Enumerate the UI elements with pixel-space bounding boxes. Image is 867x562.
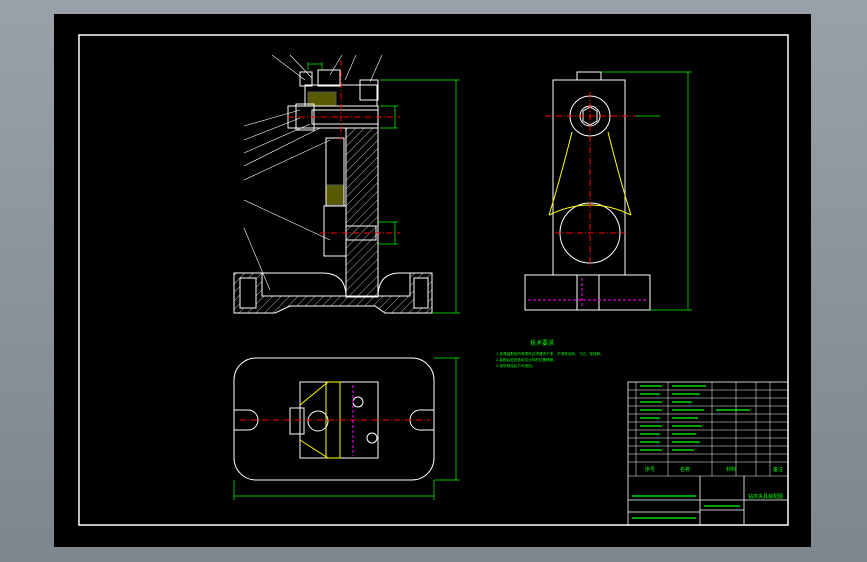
- note-line-3: 3.涂防锈油后方可使用。: [496, 363, 535, 368]
- header-index: 序号: [645, 466, 655, 473]
- notes-title: 技术要求: [530, 339, 554, 347]
- note-line-2: 2.装配后检查各定位元件的位置精度。: [496, 357, 557, 362]
- column-section: [345, 124, 379, 298]
- drawing-canvas: 技术要求 1.夹具装配前所有零件必须清洗干净，不得有毛刺、飞边、锈蚀等。 2.装…: [54, 14, 811, 547]
- cad-viewport: 技术要求 1.夹具装配前所有零件必须清洗干净，不得有毛刺、飞边、锈蚀等。 2.装…: [0, 0, 867, 562]
- header-name: 名称: [680, 466, 690, 473]
- note-line-1: 1.夹具装配前所有零件必须清洗干净，不得有毛刺、飞边、锈蚀等。: [496, 351, 604, 356]
- header-material: 材料: [726, 466, 736, 473]
- header-remark: 备注: [773, 466, 783, 473]
- drawing-name: 钻床夹具装配图: [748, 493, 783, 500]
